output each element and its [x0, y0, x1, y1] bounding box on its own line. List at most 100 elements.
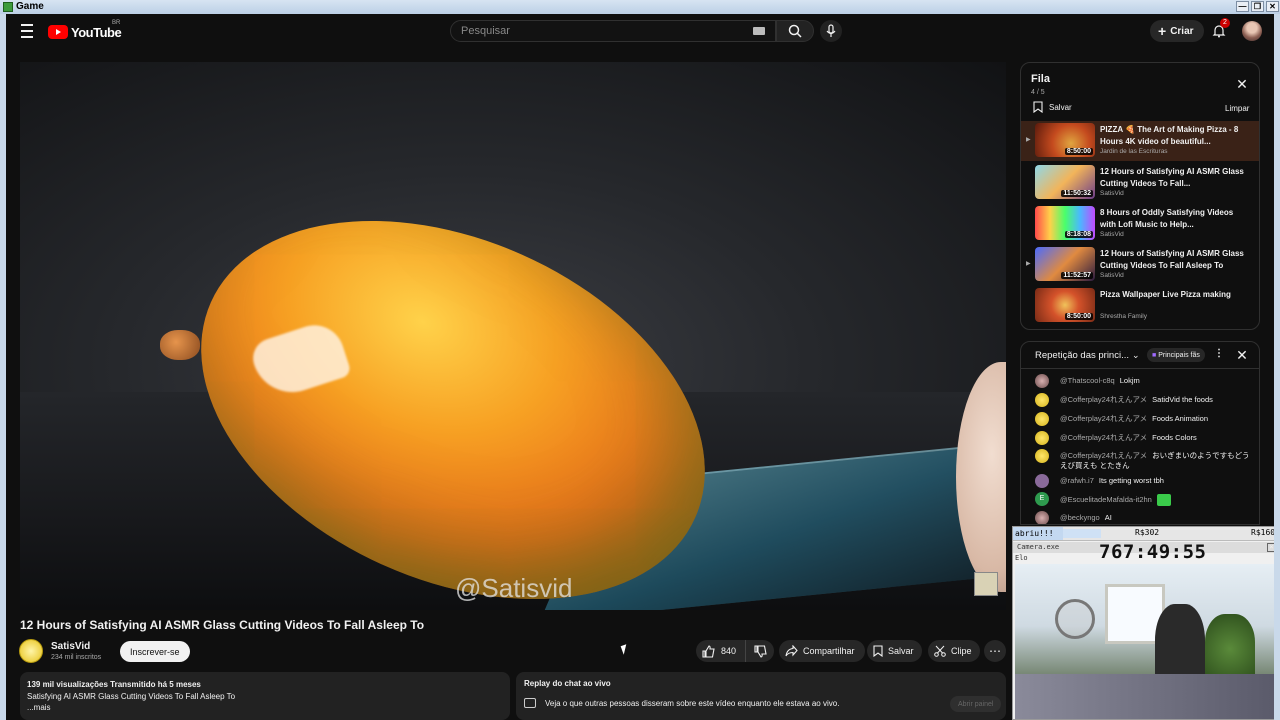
- queue-clear-button[interactable]: Limpar: [1225, 104, 1249, 113]
- search-input[interactable]: [461, 21, 741, 41]
- stream-timer: 767:49:55: [1099, 541, 1207, 563]
- youtube-play-icon: [48, 25, 68, 39]
- webcam-bed: [1015, 674, 1277, 719]
- chat-author[interactable]: @rafwh.i7: [1060, 476, 1094, 485]
- chat-mode-title[interactable]: Repetição das princi...: [1035, 350, 1129, 361]
- keyboard-icon[interactable]: [753, 27, 765, 35]
- chat-close-icon[interactable]: ✕: [1235, 348, 1249, 362]
- chat-avatar: [1035, 511, 1049, 524]
- donation-goal-amount: R$1600: [1251, 528, 1280, 537]
- chat-sticker-icon: [1156, 494, 1171, 506]
- chat-replay-title: Replay do chat ao vivo: [524, 679, 611, 688]
- channel-name[interactable]: SatisVid: [51, 641, 90, 652]
- chat-avatar: [1035, 449, 1049, 463]
- close-window-button[interactable]: ✕: [1266, 1, 1279, 12]
- queue-duration: 8:18:08: [1064, 231, 1093, 238]
- webcam-fan: [1055, 599, 1095, 639]
- queue-item[interactable]: 11:50:32 12 Hours of Satisfying AI ASMR …: [1021, 163, 1259, 203]
- chat-author[interactable]: @Cofferplay24れえんアメ: [1060, 433, 1147, 442]
- channel-branding-icon[interactable]: [974, 572, 998, 596]
- view-stats: 139 mil visualizações Transmitido há 5 m…: [27, 680, 201, 689]
- queue-item-title: 12 Hours of Satisfying AI ASMR Glass Cut…: [1100, 249, 1244, 270]
- save-button[interactable]: Salvar: [867, 640, 922, 662]
- queue-item[interactable]: 8:50:00 Pizza Wallpaper Live Pizza makin…: [1021, 286, 1259, 326]
- like-button[interactable]: 840: [696, 640, 746, 662]
- description-text: Satisfying AI ASMR Glass Cutting Videos …: [27, 691, 236, 701]
- country-code: BR: [112, 20, 121, 26]
- play-indicator-icon: ▶: [1026, 261, 1031, 267]
- os-title-bar: Game — ❐ ✕: [0, 0, 1280, 14]
- chat-replay-box: Replay do chat ao vivo Veja o que outras…: [516, 672, 1006, 720]
- search-button[interactable]: [776, 20, 814, 42]
- queue-item[interactable]: ▶ 11:52:57 12 Hours of Satisfying AI ASM…: [1021, 245, 1259, 285]
- camera-close-icon[interactable]: ×: [1267, 543, 1276, 552]
- like-count: 840: [721, 646, 737, 656]
- now-playing-icon: ▶: [1026, 137, 1031, 143]
- chat-text: AI: [1104, 513, 1112, 522]
- donation-current-amount: R$302: [1135, 528, 1160, 537]
- camera-menu[interactable]: Elo: [1015, 554, 1028, 562]
- clip-button[interactable]: Clipe: [928, 640, 980, 662]
- dislike-button[interactable]: [746, 640, 774, 662]
- chat-author[interactable]: @Cofferplay24れえんアメ: [1060, 414, 1147, 423]
- chat-menu-icon[interactable]: ⋮: [1214, 348, 1224, 359]
- queue-close-icon[interactable]: ✕: [1235, 77, 1249, 91]
- video-frame-mango-stem: [160, 330, 200, 360]
- donation-goal-bar: abriu!!! R$302 R$1600: [1013, 527, 1280, 541]
- maximize-button[interactable]: ❐: [1251, 1, 1264, 12]
- save-label: Salvar: [888, 646, 914, 656]
- subscribe-button[interactable]: Inscrever-se: [120, 641, 190, 662]
- chat-replay-text: Veja o que outras pessoas disseram sobre…: [545, 699, 840, 708]
- search-icon: [788, 24, 802, 38]
- search-box: [450, 20, 776, 42]
- queue-item[interactable]: ▶ 8:50:00 PIZZA 🍕 The Art of Making Pizz…: [1021, 121, 1259, 161]
- fans-icon: ■: [1152, 351, 1157, 359]
- more-horizontal-icon: ⋯: [989, 644, 1001, 658]
- chat-avatar: E: [1035, 492, 1049, 506]
- user-avatar[interactable]: [1242, 21, 1262, 41]
- chevron-down-icon[interactable]: ⌄: [1132, 350, 1140, 361]
- create-button[interactable]: + Criar: [1150, 20, 1204, 42]
- channel-avatar[interactable]: [19, 639, 43, 663]
- hamburger-menu-icon[interactable]: [18, 22, 36, 40]
- more-actions-button[interactable]: ⋯: [984, 640, 1006, 662]
- description-box[interactable]: 139 mil visualizações Transmitido há 5 m…: [20, 672, 510, 720]
- queue-item-channel: SatisVid: [1100, 272, 1124, 279]
- queue-duration: 8:50:00: [1064, 148, 1093, 155]
- thumbs-down-icon: [753, 644, 767, 658]
- voice-search-button[interactable]: [820, 20, 842, 42]
- notification-badge: 2: [1220, 18, 1230, 28]
- chat-author[interactable]: @EscuelitadeMafalda-it2hn: [1060, 495, 1152, 504]
- open-panel-button[interactable]: Abrir painel: [950, 696, 1002, 712]
- donation-goal-label: abriu!!!: [1013, 527, 1063, 540]
- queue-save-button[interactable]: Salvar: [1033, 101, 1072, 113]
- description-more-link[interactable]: ...mais: [27, 702, 503, 714]
- queue-item-channel: Jardin de las Escrituras: [1100, 148, 1168, 155]
- chat-text: Foods Animation: [1152, 414, 1209, 423]
- queue-item-title: Pizza Wallpaper Live Pizza making: [1100, 290, 1231, 299]
- queue-thumbnail: 11:52:57: [1035, 247, 1095, 281]
- chat-avatar: [1035, 393, 1049, 407]
- mouse-cursor-icon: [620, 644, 630, 655]
- chat-author[interactable]: @Cofferplay24れえんアメ: [1060, 451, 1147, 460]
- chat-author[interactable]: @beckyngo: [1060, 513, 1100, 522]
- share-button[interactable]: Compartilhar: [779, 640, 865, 662]
- webcam-feed: [1015, 564, 1277, 719]
- clip-label: Clipe: [951, 646, 972, 656]
- video-player[interactable]: [20, 62, 1006, 610]
- stream-overlay: abriu!!! R$302 R$1600 Camera.exe 767:49:…: [1012, 526, 1280, 720]
- live-chat-panel: Repetição das princi... ⌄ ■ Principais f…: [1020, 341, 1260, 525]
- chat-author[interactable]: @Cofferplay24れえんアメ: [1060, 395, 1147, 404]
- chat-text: SatidVid the foods: [1152, 395, 1213, 404]
- queue-duration: 8:50:00: [1064, 313, 1093, 320]
- queue-item[interactable]: 8:18:08 8 Hours of Oddly Satisfying Vide…: [1021, 204, 1259, 244]
- chat-avatar: [1035, 474, 1049, 488]
- like-dislike-group: 840: [696, 640, 774, 662]
- notifications-button[interactable]: 2: [1208, 18, 1230, 42]
- chat-author[interactable]: @Thatscool-c8q: [1060, 376, 1115, 385]
- top-fans-tag[interactable]: ■ Principais fãs: [1147, 348, 1205, 362]
- minimize-button[interactable]: —: [1236, 1, 1249, 12]
- queue-duration: 11:50:32: [1061, 190, 1093, 197]
- queue-thumbnail: 8:50:00: [1035, 123, 1095, 157]
- youtube-logo[interactable]: YouTube BR: [48, 20, 122, 40]
